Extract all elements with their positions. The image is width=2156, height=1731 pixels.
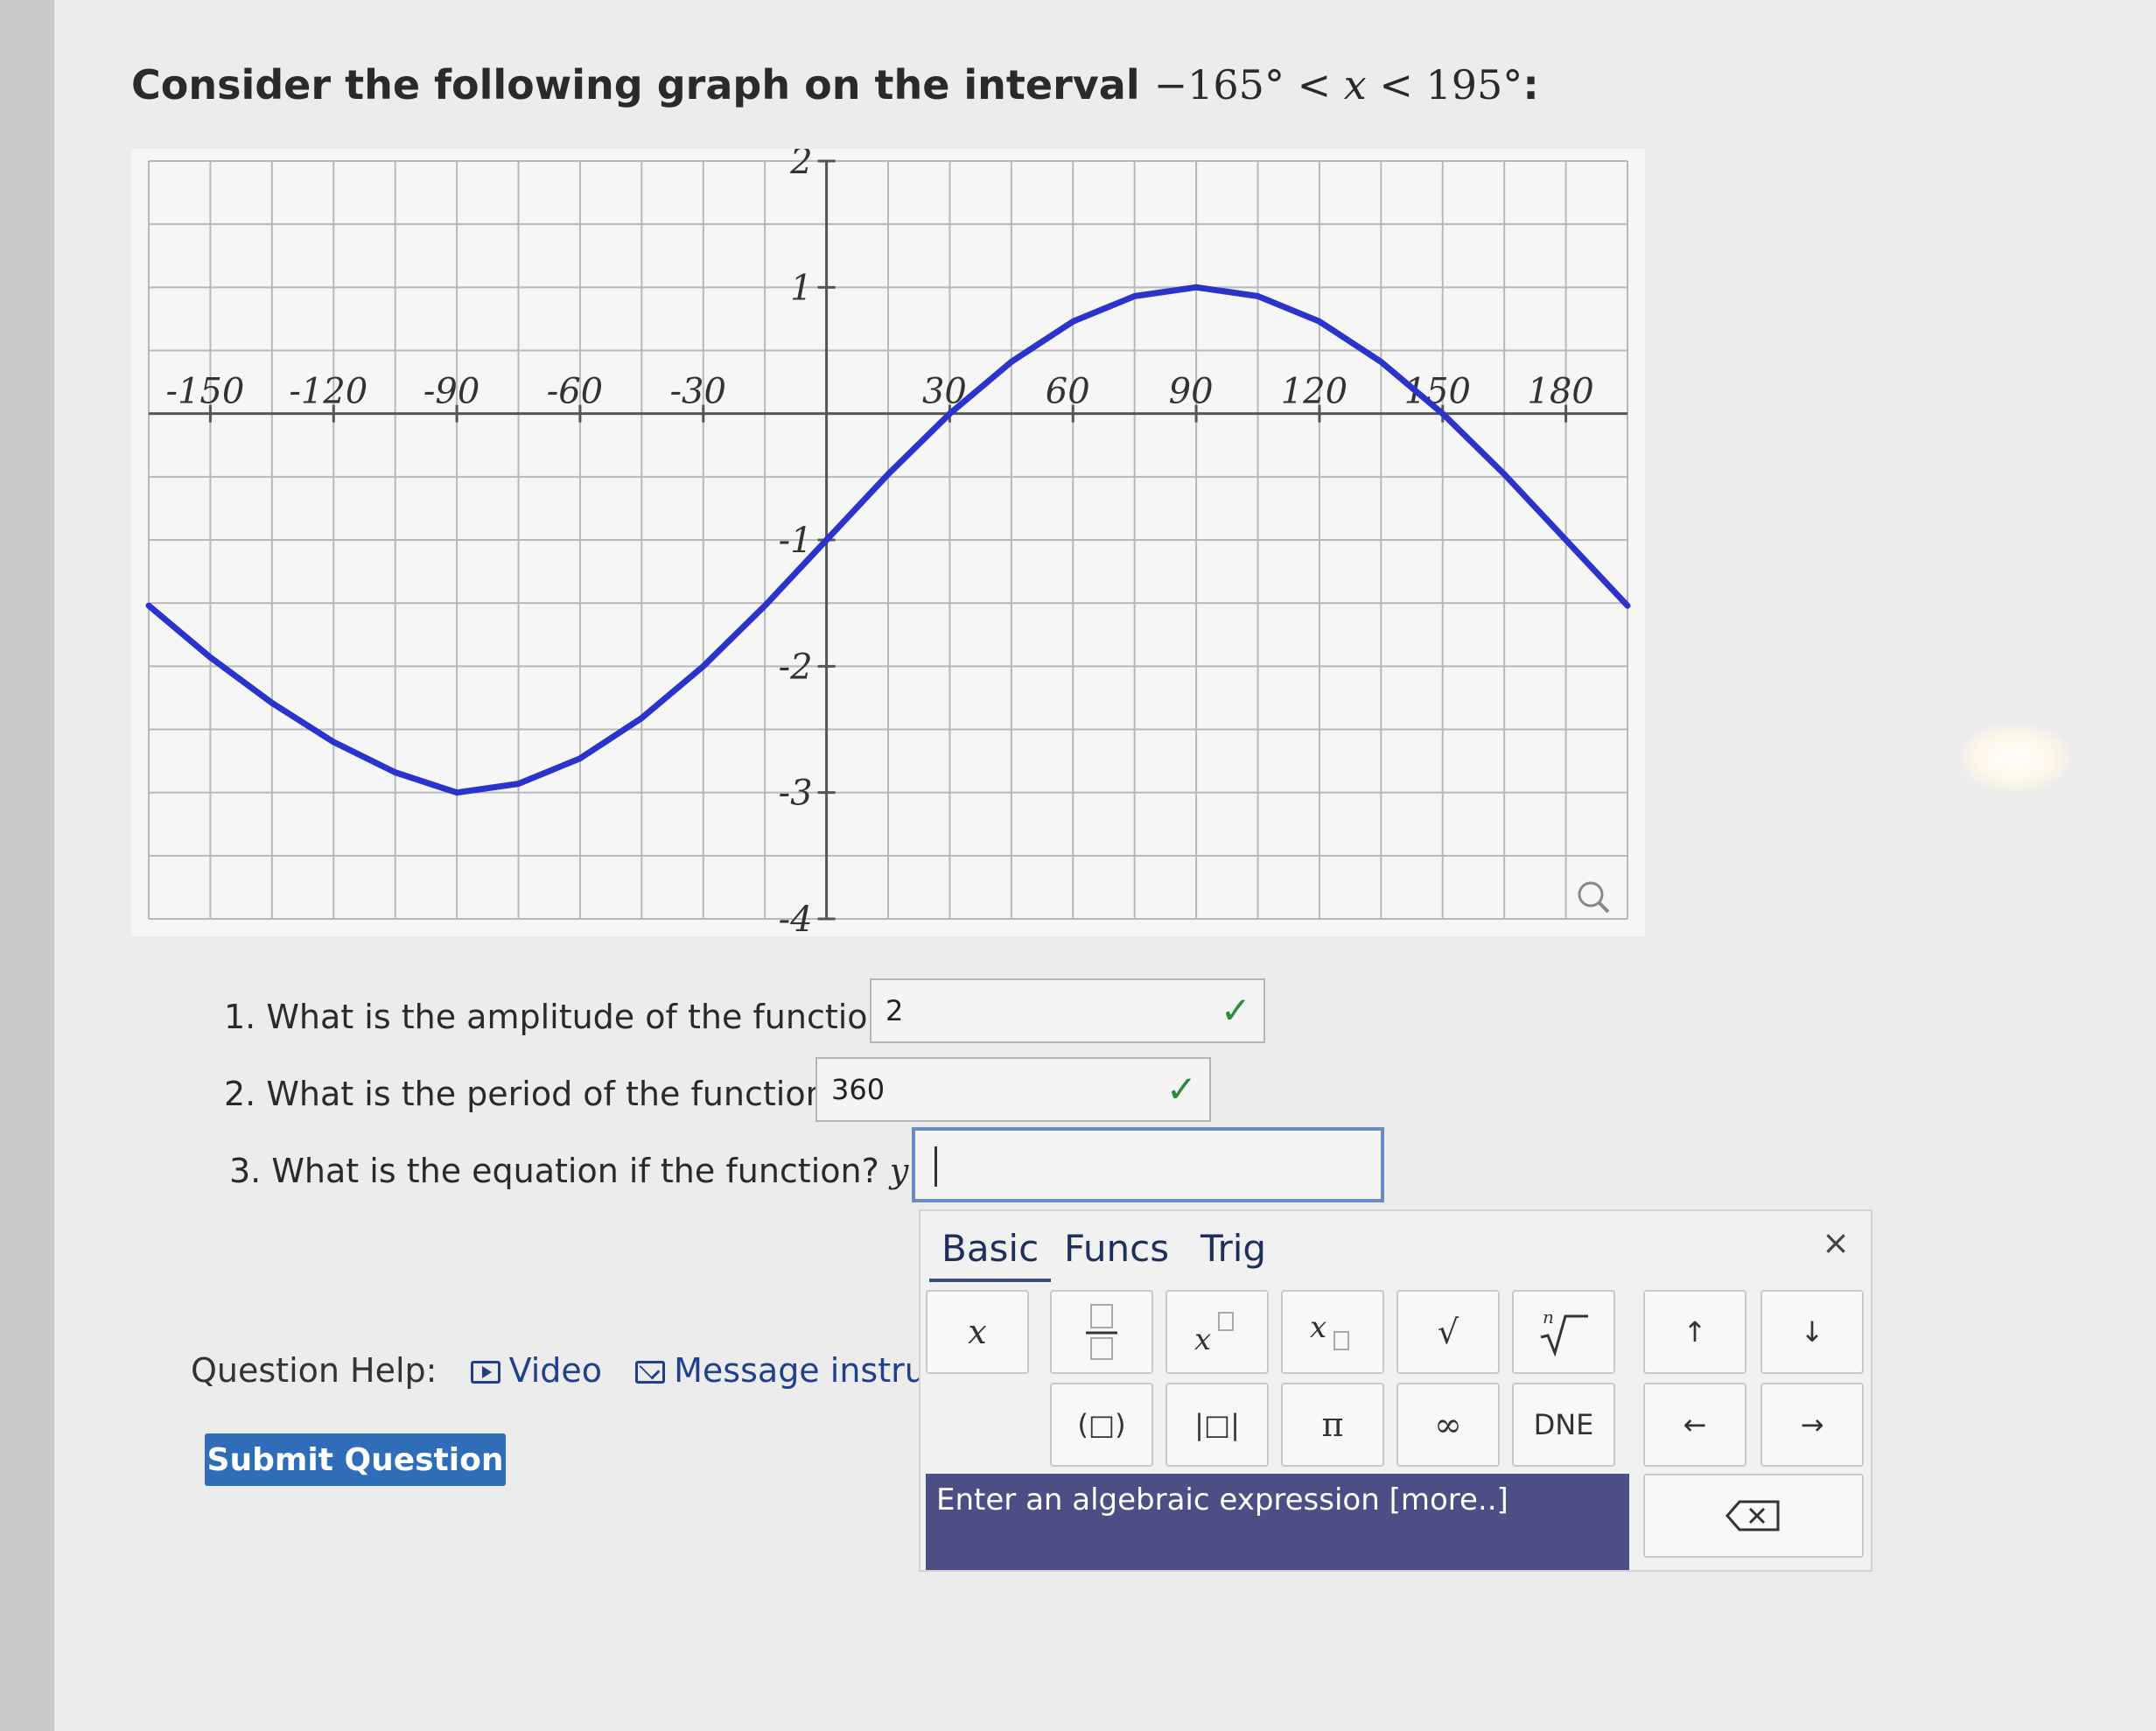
svg-text:x: x [1310, 1310, 1326, 1345]
svg-text:n: n [1543, 1307, 1554, 1328]
power-icon: x [1194, 1312, 1234, 1357]
x-tick-label: -90 [424, 372, 480, 412]
y-tick-label: -4 [779, 900, 813, 936]
key-sqrt[interactable]: √ [1396, 1290, 1500, 1374]
x-tick-label: -60 [547, 372, 603, 412]
x-tick-label: 60 [1046, 372, 1090, 412]
period-answer-field[interactable]: 360 ✓ [816, 1057, 1211, 1122]
key-backspace[interactable] [1643, 1474, 1864, 1558]
checkmark-icon: ✓ [1166, 1068, 1197, 1111]
nth-root-icon: n [1540, 1307, 1588, 1357]
key-nth-root[interactable]: n [1512, 1290, 1615, 1374]
backspace-icon [1726, 1500, 1780, 1531]
fraction-icon [1086, 1304, 1117, 1360]
key-infinity[interactable]: ∞ [1396, 1383, 1500, 1467]
key-fraction[interactable] [1050, 1290, 1153, 1374]
key-subscript[interactable]: x [1281, 1290, 1384, 1374]
question-2: 2. What is the period of the function? [224, 1075, 844, 1113]
amplitude-answer-field[interactable]: 2 ✓ [870, 978, 1265, 1043]
x-tick-label: 180 [1527, 372, 1593, 412]
mail-icon [635, 1361, 666, 1384]
key-power[interactable]: x [1166, 1290, 1269, 1374]
math-keyboard: Basic Funcs Trig × x x x √ n ↑ ↓ (□) |□|… [919, 1209, 1872, 1572]
keyboard-hint[interactable]: Enter an algebraic expression [more..] [926, 1474, 1629, 1570]
tab-basic[interactable]: Basic [929, 1227, 1052, 1282]
key-dne[interactable]: DNE [1512, 1383, 1615, 1467]
key-absolute-value[interactable]: |□| [1166, 1383, 1269, 1467]
tab-trig[interactable]: Trig [1188, 1227, 1278, 1279]
key-right-arrow[interactable]: → [1760, 1383, 1864, 1467]
x-tick-label: 120 [1281, 372, 1348, 412]
equation-input[interactable] [912, 1127, 1384, 1202]
question-prompt: Consider the following graph on the inte… [131, 61, 1539, 109]
left-margin [0, 0, 54, 1731]
y-tick-label: -1 [779, 521, 813, 561]
svg-text:x: x [1194, 1322, 1211, 1357]
y-tick-label: -2 [779, 647, 813, 687]
amplitude-answer-value: 2 [886, 994, 904, 1027]
screen-glare [1958, 723, 2072, 793]
key-left-arrow[interactable]: ← [1643, 1383, 1746, 1467]
close-keyboard-button[interactable]: × [1822, 1223, 1850, 1262]
question-3: 3. What is the equation if the function?… [229, 1152, 947, 1190]
video-icon [470, 1361, 500, 1384]
y-tick-label: 1 [790, 268, 812, 308]
key-down-arrow[interactable]: ↓ [1760, 1290, 1864, 1374]
x-tick-label: -150 [165, 372, 244, 412]
key-up-arrow[interactable]: ↑ [1643, 1290, 1746, 1374]
question-1: 1. What is the amplitude of the function… [224, 998, 906, 1036]
x-tick-label: -120 [289, 372, 368, 412]
video-link[interactable]: Video [470, 1351, 602, 1390]
checkmark-icon: ✓ [1220, 989, 1251, 1032]
tab-funcs[interactable]: Funcs [1052, 1227, 1181, 1279]
period-answer-value: 360 [831, 1073, 886, 1106]
graph-svg: -150 -120 -90 -60 -30 30 60 90 120 150 18021-1-2-3… [131, 149, 1645, 936]
question-help: Question Help: Video Message instructor [191, 1351, 991, 1390]
x-tick-label: -30 [670, 372, 726, 412]
y-tick-label: -3 [779, 774, 813, 814]
y-tick-label: 2 [789, 149, 812, 182]
key-parentheses[interactable]: (□) [1050, 1383, 1153, 1467]
x-tick-label: 90 [1169, 372, 1214, 412]
key-x[interactable]: x [926, 1290, 1029, 1374]
subscript-icon: x [1310, 1310, 1349, 1350]
text-caret [934, 1146, 937, 1187]
key-pi[interactable]: π [1281, 1383, 1384, 1467]
submit-question-button[interactable]: Submit Question [205, 1433, 506, 1486]
function-graph: -150 -120 -90 -60 -30 30 60 90 120 150 180 2 1 -1 -2 -3… [131, 149, 1645, 936]
